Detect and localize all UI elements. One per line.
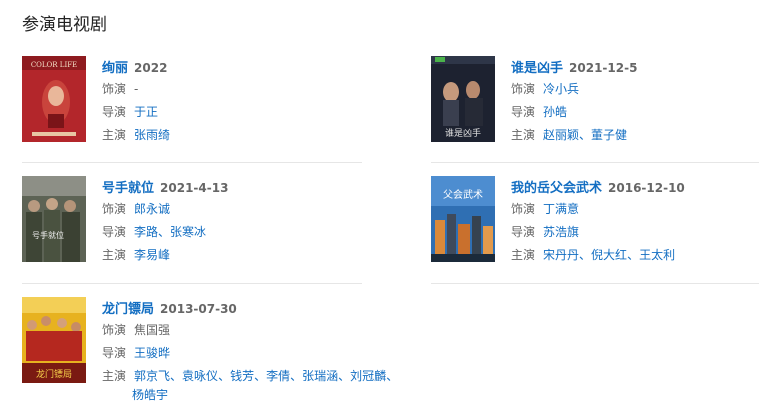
work-date: 2022 (134, 61, 168, 75)
director-label: 导演 (102, 346, 127, 360)
director-label: 导演 (511, 105, 536, 119)
director-link[interactable]: 张寒冰 (170, 225, 206, 239)
yellow-ensemble-poster: 龙门镖局 (22, 297, 86, 383)
svg-text:龙门镖局: 龙门镖局 (36, 368, 72, 380)
director-link[interactable]: 李路 (134, 225, 158, 239)
city-skyline-poster: 父会武术 (431, 176, 495, 262)
role-link[interactable]: 丁满意 (543, 202, 579, 216)
star-link[interactable]: 李倩 (266, 369, 290, 383)
director-link[interactable]: 苏浩旗 (543, 225, 579, 239)
tv-work-card: 龙门镖局 龙门镖局 2013-07-30 饰演 焦国强 导演 王骏晔 主演 郭京飞、袁咏… (22, 297, 398, 412)
role-label: 饰演 (102, 323, 127, 337)
work-title-link[interactable]: 绚丽 (102, 61, 128, 76)
divider (22, 162, 362, 163)
role-label: 饰演 (511, 82, 536, 96)
svg-text:谁是凶手: 谁是凶手 (445, 127, 481, 139)
role-value: - (134, 82, 139, 96)
star-link[interactable]: 李易峰 (134, 248, 170, 262)
star-label: 主演 (102, 248, 127, 262)
work-date: 2013-07-30 (160, 302, 237, 316)
director-link[interactable]: 孙皓 (543, 105, 567, 119)
star-link[interactable]: 杨皓宇 (132, 388, 168, 402)
star-label: 主演 (102, 128, 127, 142)
work-date: 2021-4-13 (160, 181, 229, 195)
dark-drama-poster: 谁是凶手 (431, 56, 495, 142)
role-label: 饰演 (511, 202, 536, 216)
work-date: 2021-12-5 (569, 61, 638, 75)
star-link[interactable]: 倪大红 (591, 248, 627, 262)
work-date: 2016-12-10 (608, 181, 685, 195)
star-label: 主演 (511, 128, 536, 142)
poster-image[interactable]: COLOR LIFE (22, 56, 86, 142)
role-label: 饰演 (102, 82, 127, 96)
divider (431, 162, 759, 163)
work-title-link[interactable]: 我的岳父会武术 (511, 181, 602, 196)
star-link[interactable]: 赵丽颖 (543, 128, 579, 142)
star-link[interactable]: 袁咏仪 (182, 369, 218, 383)
director-label: 导演 (511, 225, 536, 239)
divider (22, 283, 362, 284)
star-label: 主演 (511, 248, 536, 262)
director-link[interactable]: 王骏晔 (134, 346, 170, 360)
star-link[interactable]: 张瑞涵 (302, 369, 338, 383)
role-label: 饰演 (102, 202, 127, 216)
director-label: 导演 (102, 105, 127, 119)
work-title-link[interactable]: 龙门镖局 (102, 302, 154, 317)
tv-work-card: 谁是凶手 谁是凶手 2021-12-5 饰演 冷小兵 导演 孙皓 主演 赵丽颖、董子健 (431, 56, 759, 166)
star-link[interactable]: 张雨绮 (134, 128, 170, 142)
role-link[interactable]: 冷小兵 (543, 82, 579, 96)
director-link[interactable]: 于正 (134, 105, 158, 119)
star-link[interactable]: 王太利 (639, 248, 675, 262)
section-title: 参演电视剧 (22, 15, 107, 35)
svg-text:号手就位: 号手就位 (32, 230, 64, 240)
star-link[interactable]: 刘冠麟 (350, 369, 386, 383)
divider (431, 283, 759, 284)
star-link[interactable]: 钱芳 (230, 369, 254, 383)
red-magazine-poster: COLOR LIFE (22, 56, 86, 142)
star-link[interactable]: 郭京飞 (134, 369, 170, 383)
poster-image[interactable]: 号手就位 (22, 176, 86, 262)
role-link[interactable]: 郎永诚 (134, 202, 170, 216)
role-value: 焦国强 (134, 323, 171, 337)
poster-image[interactable]: 龙门镖局 (22, 297, 86, 383)
work-title-link[interactable]: 谁是凶手 (511, 61, 563, 76)
tv-work-card: 号手就位 号手就位 2021-4-13 饰演 郎永诚 导演 李路、张寒冰 主演 李易峰 (22, 176, 362, 286)
tv-work-card: COLOR LIFE 绚丽 2022 饰演 - 导演 于正 主演 张雨绮 (22, 56, 362, 166)
svg-text:COLOR LIFE: COLOR LIFE (31, 61, 77, 69)
director-label: 导演 (102, 225, 127, 239)
military-group-poster: 号手就位 (22, 176, 86, 262)
work-title-link[interactable]: 号手就位 (102, 181, 154, 196)
star-label: 主演 (102, 369, 127, 383)
tv-work-card: 父会武术 我的岳父会武术 2016-12-10 饰演 丁满意 导演 苏浩旗 主演 宋丹丹… (431, 176, 759, 286)
star-link[interactable]: 董子健 (591, 128, 627, 142)
poster-image[interactable]: 父会武术 (431, 176, 495, 262)
svg-text:父会武术: 父会武术 (443, 188, 483, 201)
poster-image[interactable]: 谁是凶手 (431, 56, 495, 142)
star-link[interactable]: 宋丹丹 (543, 248, 579, 262)
